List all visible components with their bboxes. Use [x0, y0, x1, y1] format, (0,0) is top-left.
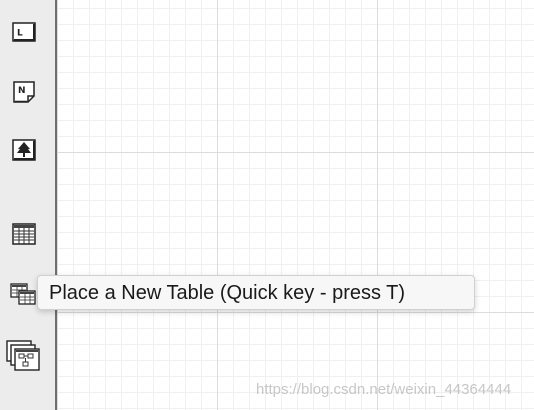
table-tool-icon	[12, 223, 36, 245]
new-table-tool-button[interactable]	[10, 281, 38, 307]
new-table-tooltip: Place a New Table (Quick key - press T)	[37, 275, 475, 310]
tree-tool-icon	[12, 139, 36, 161]
table-tool-button[interactable]	[10, 221, 38, 247]
note-tool-icon: N	[13, 81, 35, 103]
view-tool-button[interactable]	[6, 340, 40, 372]
new-table-tool-icon	[10, 283, 36, 305]
diagram-canvas[interactable]	[57, 0, 534, 410]
label-tool-button[interactable]: L	[10, 19, 38, 45]
label-tool-glyph: L	[17, 29, 23, 39]
tree-tool-button[interactable]	[10, 137, 38, 163]
tool-palette: L N	[0, 0, 55, 410]
note-tool-glyph: N	[18, 86, 26, 96]
watermark-text: https://blog.csdn.net/weixin_44364444	[256, 381, 512, 398]
label-tool-icon: L	[12, 22, 36, 42]
toolbar-divider	[55, 0, 57, 410]
note-tool-button[interactable]: N	[10, 79, 38, 105]
view-tool-icon	[6, 340, 40, 371]
